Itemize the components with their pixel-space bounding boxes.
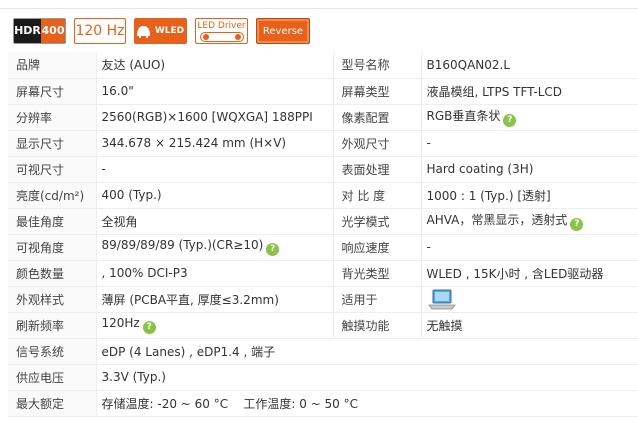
spec-label: 颜色数量 <box>8 260 97 287</box>
spec-value-with-help: 89/89/89/89 (Typ.)(CR≥10)? <box>96 234 334 261</box>
spec-value: AHVA，常黑显示，透射式 <box>426 213 568 227</box>
spec-label: 外观样式 <box>8 286 97 313</box>
feature-badges: HDR 400 120 Hz WLED LED Driver Reverse <box>13 18 318 44</box>
spec-value: eDP (4 Lanes) , eDP1.4 , 端子 <box>96 338 638 365</box>
spec-value: WLED , 15K小时 , 含LED驱动器 <box>421 260 638 287</box>
spec-value: , 100% DCI-P3 <box>96 260 334 287</box>
table-row: 可视尺寸 - 表面处理 Hard coating (3H) <box>8 156 638 183</box>
spec-label: 可视尺寸 <box>8 156 97 183</box>
table-row: 最大额定 存储温度: -20 ~ 60 °C 工作温度: 0 ~ 50 °C <box>8 390 638 417</box>
spec-label: 响应速度 <box>333 234 422 261</box>
top-divider <box>0 8 638 9</box>
spec-label: 可视角度 <box>8 234 97 261</box>
hdr-badge: HDR 400 <box>13 18 66 44</box>
table-row: 供应电压 3.3V (Typ.) <box>8 364 638 391</box>
spec-label: 显示尺寸 <box>8 130 97 157</box>
bulb-icon <box>136 26 150 38</box>
table-row: 品牌 友达 (AUO) 型号名称 B160QAN02.L <box>8 52 638 79</box>
spec-label: 分辨率 <box>8 104 97 131</box>
table-row: 外观样式 薄屏 (PCBA平直, 厚度≤3.2mm) 适用于 <box>8 286 638 313</box>
spec-value: 无触摸 <box>421 312 638 339</box>
table-row: 显示尺寸 344.678 × 215.424 mm (H×V) 外观尺寸 - <box>8 130 638 157</box>
wled-badge: WLED <box>134 18 187 44</box>
spec-label: 信号系统 <box>8 338 97 365</box>
spec-value: 2560(RGB)×1600 [WQXGA] 188PPI <box>96 104 334 131</box>
spec-label: 最大额定 <box>8 390 97 417</box>
spec-label: 适用于 <box>333 286 422 313</box>
table-row: 可视角度 89/89/89/89 (Typ.)(CR≥10)? 响应速度 - <box>8 234 638 261</box>
led-driver-badge: LED Driver <box>195 18 248 44</box>
table-row: 分辨率 2560(RGB)×1600 [WQXGA] 188PPI 像素配置 R… <box>8 104 638 131</box>
spec-value: 3.3V (Typ.) <box>96 364 638 391</box>
spec-label: 外观尺寸 <box>333 130 422 157</box>
spec-table: 品牌 友达 (AUO) 型号名称 B160QAN02.L 屏幕尺寸 16.0" … <box>8 52 638 417</box>
spec-value: Hard coating (3H) <box>421 156 638 183</box>
help-icon[interactable]: ? <box>266 243 280 256</box>
spec-label: 触摸功能 <box>333 312 422 339</box>
spec-value: - <box>96 156 334 183</box>
application-cell <box>421 286 638 313</box>
spec-value: 液晶模组, LTPS TFT-LCD <box>421 78 638 105</box>
spec-value: 1000 : 1 (Typ.) [透射] <box>421 182 638 209</box>
wled-badge-label: WLED <box>154 26 185 36</box>
spec-value: - <box>421 130 638 157</box>
spec-label: 屏幕尺寸 <box>8 78 97 105</box>
help-icon[interactable]: ? <box>503 114 517 127</box>
spec-label: 型号名称 <box>333 52 422 79</box>
spec-label: 像素配置 <box>333 104 422 131</box>
spec-label: 屏幕类型 <box>333 78 422 105</box>
table-row: 信号系统 eDP (4 Lanes) , eDP1.4 , 端子 <box>8 338 638 365</box>
spec-value: 16.0" <box>96 78 334 105</box>
spec-value: 89/89/89/89 (Typ.)(CR≥10) <box>101 238 264 252</box>
spec-value-with-help: AHVA，常黑显示，透射式? <box>421 208 638 235</box>
spec-label: 供应电压 <box>8 364 97 391</box>
spec-value: 全视角 <box>96 208 334 235</box>
hdr-badge-value: 400 <box>41 19 65 43</box>
spec-value: - <box>421 234 638 261</box>
spec-label: 对 比 度 <box>333 182 422 209</box>
spec-label: 亮度(cd/m²) <box>8 182 97 209</box>
table-row: 最佳角度 全视角 光学模式 AHVA，常黑显示，透射式? <box>8 208 638 235</box>
spec-value: 薄屏 (PCBA平直, 厚度≤3.2mm) <box>96 286 334 313</box>
reverse-badge: Reverse <box>256 18 310 44</box>
spec-label: 光学模式 <box>333 208 422 235</box>
spec-label: 品牌 <box>8 52 97 79</box>
spec-label: 背光类型 <box>333 260 422 287</box>
spec-value: 存储温度: -20 ~ 60 °C 工作温度: 0 ~ 50 °C <box>96 390 638 417</box>
table-row: 亮度(cd/m²) 400 (Typ.) 对 比 度 1000 : 1 (Typ… <box>8 182 638 209</box>
table-row: 颜色数量 , 100% DCI-P3 背光类型 WLED , 15K小时 , 含… <box>8 260 638 287</box>
spec-value: 120Hz <box>101 316 140 330</box>
spec-value: 344.678 × 215.424 mm (H×V) <box>96 130 334 157</box>
refresh-rate-badge: 120 Hz <box>74 18 126 44</box>
hdr-badge-label: HDR <box>14 19 41 43</box>
led-driver-label: LED Driver <box>197 20 246 31</box>
spec-value-with-help: 120Hz? <box>96 312 334 339</box>
help-icon[interactable]: ? <box>142 321 156 334</box>
spec-value: 400 (Typ.) <box>96 182 334 209</box>
help-icon[interactable]: ? <box>570 218 584 231</box>
spec-value: RGB垂直条状 <box>426 109 501 123</box>
laptop-icon[interactable] <box>427 288 457 310</box>
spec-value-with-help: RGB垂直条状? <box>421 104 638 131</box>
spec-label: 最佳角度 <box>8 208 97 235</box>
spec-value: B160QAN02.L <box>421 52 638 79</box>
spec-value: 友达 (AUO) <box>96 52 334 79</box>
led-driver-icon <box>199 31 244 42</box>
table-row: 刷新频率 120Hz? 触摸功能 无触摸 <box>8 312 638 339</box>
spec-label: 刷新频率 <box>8 312 97 339</box>
table-row: 屏幕尺寸 16.0" 屏幕类型 液晶模组, LTPS TFT-LCD <box>8 78 638 105</box>
spec-label: 表面处理 <box>333 156 422 183</box>
